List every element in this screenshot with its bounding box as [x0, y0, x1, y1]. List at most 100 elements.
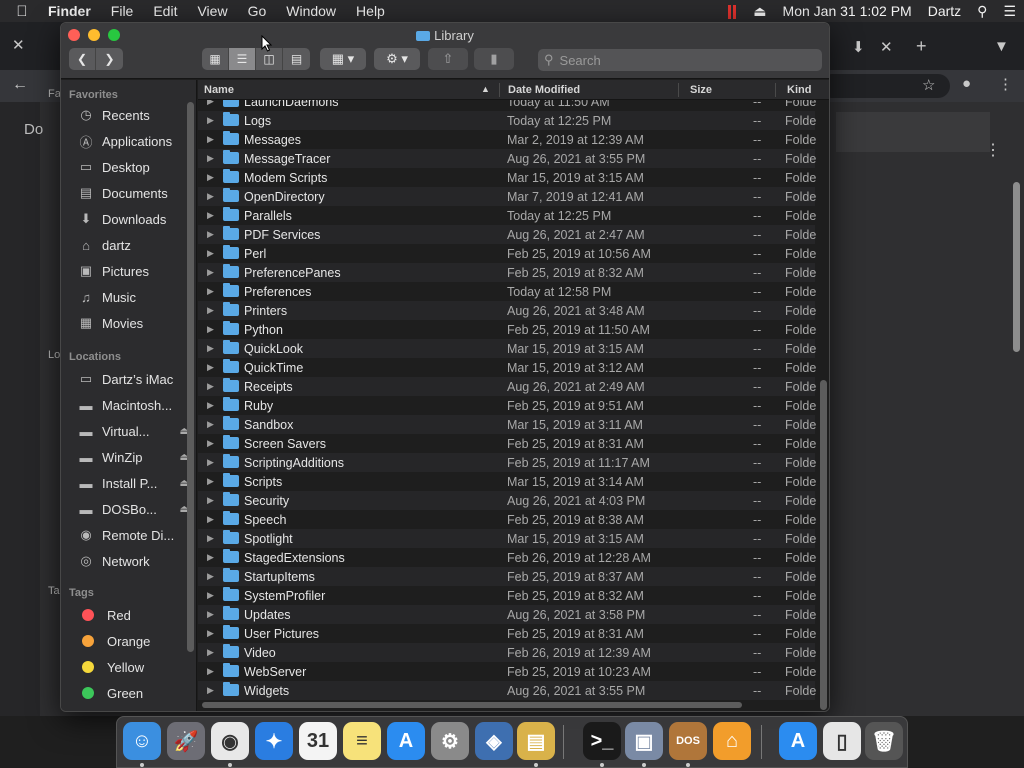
system-preferences-dock-icon[interactable]: ⚙: [431, 722, 469, 760]
more-options-icon[interactable]: ⋮: [985, 140, 1001, 160]
archive-utility-dock-icon[interactable]: ▤: [517, 722, 555, 760]
column-name[interactable]: Name: [204, 84, 234, 96]
disclosure-triangle-icon[interactable]: ▶: [207, 267, 214, 278]
table-row[interactable]: ▶ Python Feb 25, 2019 at 11:50 AM -- Folde: [198, 320, 816, 339]
column-divider[interactable]: [499, 83, 500, 97]
disclosure-triangle-icon[interactable]: ▶: [207, 191, 214, 202]
menu-app-name[interactable]: Finder: [44, 3, 101, 19]
table-row[interactable]: ▶ Logs Today at 12:25 PM -- Folde: [198, 111, 816, 130]
disclosure-triangle-icon[interactable]: ▶: [207, 100, 214, 107]
sidebar-item-dartz-s-imac[interactable]: ▭ Dartz’s iMac: [77, 366, 195, 392]
column-date-modified[interactable]: Date Modified: [508, 84, 580, 96]
disclosure-triangle-icon[interactable]: ▶: [207, 343, 214, 354]
table-row[interactable]: ▶ LaunchDaemons Today at 11:50 AM -- Folde: [198, 100, 816, 111]
table-row[interactable]: ▶ Video Feb 26, 2019 at 12:39 AM -- Folde: [198, 643, 816, 662]
column-size[interactable]: Size: [690, 84, 712, 96]
spotlight-icon[interactable]: ⚲: [969, 3, 995, 20]
disclosure-triangle-icon[interactable]: ▶: [207, 210, 214, 221]
parallels-dock-icon[interactable]: ▣: [625, 722, 663, 760]
tab-search-icon[interactable]: ▼: [994, 38, 1009, 55]
menu-file[interactable]: File: [101, 3, 144, 19]
notes-dock-icon[interactable]: ≡: [343, 722, 381, 760]
menu-edit[interactable]: Edit: [143, 3, 187, 19]
user-name[interactable]: Dartz: [920, 3, 969, 19]
disclosure-triangle-icon[interactable]: ▶: [207, 305, 214, 316]
sidebar-item-network[interactable]: ◎ Network: [77, 548, 195, 574]
menu-window[interactable]: Window: [276, 3, 346, 19]
forward-button[interactable]: ❯: [96, 48, 123, 70]
sidebar-tag-yellow[interactable]: Yellow: [77, 654, 195, 680]
safari-dock-icon[interactable]: ✦: [255, 722, 293, 760]
table-row[interactable]: ▶ ScriptingAdditions Feb 25, 2019 at 11:17…: [198, 453, 816, 472]
app-store-2-dock-icon[interactable]: A: [779, 722, 817, 760]
bookmark-star-icon[interactable]: ☆: [922, 76, 935, 94]
disclosure-triangle-icon[interactable]: ▶: [207, 514, 214, 525]
table-row[interactable]: ▶ WebServer Feb 25, 2019 at 10:23 AM -- Fold…: [198, 662, 816, 681]
edit-tags-button[interactable]: ▮: [474, 48, 514, 70]
disclosure-triangle-icon[interactable]: ▶: [207, 476, 214, 487]
sidebar-item-music[interactable]: ♫ Music: [77, 284, 195, 310]
table-row[interactable]: ▶ StagedExtensions Feb 26, 2019 at 12:28 A…: [198, 548, 816, 567]
disclosure-triangle-icon[interactable]: ▶: [207, 495, 214, 506]
table-row[interactable]: ▶ QuickTime Mar 15, 2019 at 3:12 AM -- Folde: [198, 358, 816, 377]
table-row[interactable]: ▶ Updates Aug 26, 2021 at 3:58 PM -- Folde: [198, 605, 816, 624]
disclosure-triangle-icon[interactable]: ▶: [207, 286, 214, 297]
sidebar-item-downloads[interactable]: ⬇ Downloads: [77, 206, 195, 232]
list-view-button[interactable]: ☰: [229, 48, 256, 70]
disclosure-triangle-icon[interactable]: ▶: [207, 172, 214, 183]
table-row[interactable]: ▶ Printers Aug 26, 2021 at 3:48 AM -- Folde: [198, 301, 816, 320]
sidebar-item-pictures[interactable]: ▣ Pictures: [77, 258, 195, 284]
gallery-view-button[interactable]: ▤: [283, 48, 310, 70]
disclosure-triangle-icon[interactable]: ▶: [207, 248, 214, 259]
table-row[interactable]: ▶ Speech Feb 25, 2019 at 8:38 AM -- Folde: [198, 510, 816, 529]
new-tab-icon[interactable]: +: [916, 36, 927, 57]
tab-close-icon[interactable]: ✕: [880, 38, 893, 56]
trash-dock-icon[interactable]: 🗑: [865, 722, 903, 760]
launchpad-dock-icon[interactable]: 🚀: [167, 722, 205, 760]
column-divider[interactable]: [775, 83, 776, 97]
disclosure-triangle-icon[interactable]: ▶: [207, 153, 214, 164]
disclosure-triangle-icon[interactable]: ▶: [207, 590, 214, 601]
menu-help[interactable]: Help: [346, 3, 395, 19]
disclosure-triangle-icon[interactable]: ▶: [207, 362, 214, 373]
disclosure-triangle-icon[interactable]: ▶: [207, 647, 214, 658]
home-dock-icon[interactable]: ⌂: [713, 722, 751, 760]
share-button[interactable]: ⇧: [428, 48, 468, 70]
table-row[interactable]: ▶ PreferencePanes Feb 25, 2019 at 8:32 AM -…: [198, 263, 816, 282]
sidebar-item-movies[interactable]: ▦ Movies: [77, 310, 195, 336]
disclosure-triangle-icon[interactable]: ▶: [207, 685, 214, 696]
search-field[interactable]: ⚲ Search: [538, 49, 822, 71]
menu-go[interactable]: Go: [238, 3, 277, 19]
apple-menu-icon[interactable]: : [0, 3, 44, 20]
table-row[interactable]: ▶ StartupItems Feb 25, 2019 at 8:37 AM -- Fo…: [198, 567, 816, 586]
table-row[interactable]: ▶ Receipts Aug 26, 2021 at 2:49 AM -- Folde: [198, 377, 816, 396]
icon-view-button[interactable]: ▦: [202, 48, 229, 70]
sidebar-item-macintosh[interactable]: ▬ Macintosh...: [77, 392, 195, 418]
chrome-dock-icon[interactable]: ◉: [211, 722, 249, 760]
back-arrow-icon[interactable]: ←: [12, 76, 28, 94]
table-row[interactable]: ▶ Modem Scripts Mar 15, 2019 at 3:15 AM -- F…: [198, 168, 816, 187]
sidebar-item-remote-di[interactable]: ◉ Remote Di...: [77, 522, 195, 548]
disclosure-triangle-icon[interactable]: ▶: [207, 457, 214, 468]
sidebar-item-desktop[interactable]: ▭ Desktop: [77, 154, 195, 180]
eject-status-icon[interactable]: ⏏: [745, 3, 774, 20]
file-list-horizontal-scrollbar[interactable]: [202, 702, 742, 708]
disclosure-triangle-icon[interactable]: ▶: [207, 571, 214, 582]
table-row[interactable]: ▶ SystemProfiler Feb 25, 2019 at 8:32 AM --…: [198, 586, 816, 605]
table-row[interactable]: ▶ Widgets Aug 26, 2021 at 3:55 PM -- Folde: [198, 681, 816, 700]
sidebar-tag-green[interactable]: Green: [77, 680, 195, 706]
sort-ascending-icon[interactable]: ▲: [481, 84, 490, 94]
table-row[interactable]: ▶ OpenDirectory Mar 7, 2019 at 12:41 AM -- F…: [198, 187, 816, 206]
table-row[interactable]: ▶ Messages Mar 2, 2019 at 12:39 AM -- Folde: [198, 130, 816, 149]
file-list-scrollbar[interactable]: [820, 380, 827, 710]
table-row[interactable]: ▶ Ruby Feb 25, 2019 at 9:51 AM -- Folde: [198, 396, 816, 415]
disclosure-triangle-icon[interactable]: ▶: [207, 419, 214, 430]
disclosure-triangle-icon[interactable]: ▶: [207, 324, 214, 335]
sidebar-item-winzip[interactable]: ▬ WinZip ⏏: [77, 444, 195, 470]
sidebar-item-virtual[interactable]: ▬ Virtual... ⏏: [77, 418, 195, 444]
disclosure-triangle-icon[interactable]: ▶: [207, 628, 214, 639]
table-row[interactable]: ▶ Parallels Today at 12:25 PM -- Folde: [198, 206, 816, 225]
group-by-button[interactable]: ▦ ▾: [320, 48, 366, 70]
download-icon[interactable]: ⬇: [852, 38, 865, 56]
browser-menu-icon[interactable]: ⋮: [998, 75, 1013, 93]
